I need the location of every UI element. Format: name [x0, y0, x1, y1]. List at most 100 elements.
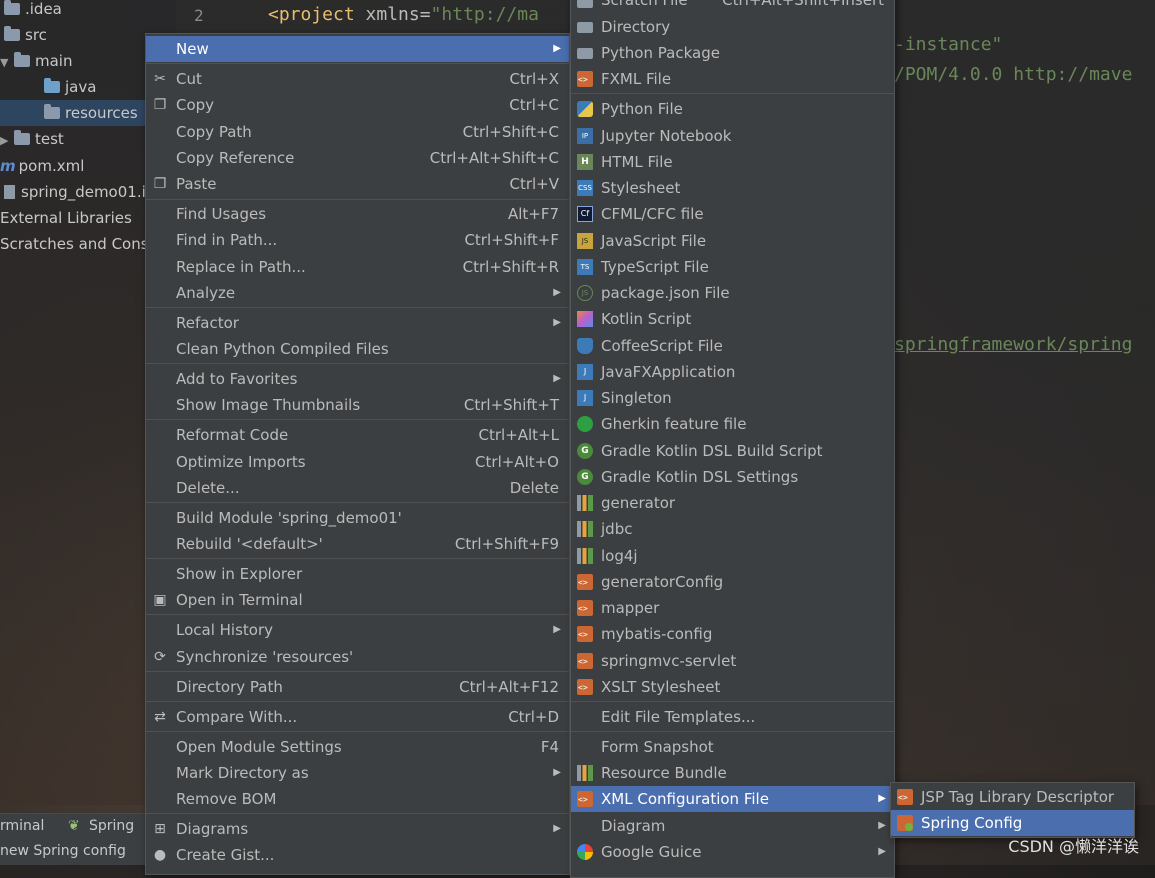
menu-item-form-snapshot[interactable]: Form Snapshot	[571, 734, 894, 760]
menu-item-package-json-file[interactable]: JS package.json File	[571, 280, 894, 306]
menu-item-mapper[interactable]: mapper	[571, 595, 894, 621]
spring-tab[interactable]: Spring	[89, 818, 134, 834]
menu-item-shortcut: Ctrl+C	[509, 96, 559, 114]
menu-item-label: Python File	[601, 100, 683, 118]
menu-item-rebuild-default[interactable]: Rebuild '<default>' Ctrl+Shift+F9	[146, 531, 569, 557]
menu-item-replace-in-path[interactable]: Replace in Path... Ctrl+Shift+R	[146, 254, 569, 280]
menu-item-compare-with[interactable]: ⇄ Compare With... Ctrl+D	[146, 704, 569, 730]
menu-item-open-module-settings[interactable]: Open Module Settings F4	[146, 734, 569, 760]
menu-item-typescript-file[interactable]: TS TypeScript File	[571, 254, 894, 280]
menu-item-copy[interactable]: ❐ Copy Ctrl+C	[146, 92, 569, 118]
menu-item-resource-bundle[interactable]: Resource Bundle	[571, 760, 894, 786]
menu-item-singleton[interactable]: J Singleton	[571, 385, 894, 411]
menu-item-gradle-kotlin-dsl-build-script[interactable]: G Gradle Kotlin DSL Build Script	[571, 438, 894, 464]
tree-item-test[interactable]: ▶ test	[0, 126, 64, 152]
menu-item-copy-path[interactable]: Copy Path Ctrl+Shift+C	[146, 119, 569, 145]
menu-item-cut[interactable]: ✂ Cut Ctrl+X	[146, 66, 569, 92]
css-icon: CSS	[577, 180, 593, 196]
chevron-right-icon: ▶	[878, 846, 886, 857]
menu-item-xslt-stylesheet[interactable]: XSLT Stylesheet	[571, 674, 894, 700]
menu-item-javascript-file[interactable]: JS JavaScript File	[571, 228, 894, 254]
terminal-tab[interactable]: rminal	[0, 818, 44, 834]
code-fragment: springframework/spring	[894, 334, 1133, 355]
menu-item-shortcut: Ctrl+Shift+T	[463, 396, 559, 414]
menu-item-directory-path[interactable]: Directory Path Ctrl+Alt+F12	[146, 674, 569, 700]
menu-item-label: Copy Reference	[176, 149, 295, 167]
menu-item-diagrams[interactable]: ⊞ Diagrams ▶	[146, 816, 569, 842]
menu-item-directory[interactable]: Directory	[571, 14, 894, 40]
menu-item-add-to-favorites[interactable]: Add to Favorites ▶	[146, 366, 569, 392]
tree-item-java[interactable]: java	[44, 74, 96, 100]
menu-item-cfml-cfc-file[interactable]: Cf CFML/CFC file	[571, 201, 894, 227]
menu-item-local-history[interactable]: Local History ▶	[146, 617, 569, 643]
menu-item-edit-file-templates[interactable]: Edit File Templates...	[571, 704, 894, 730]
chevron-down-icon[interactable]: ▼	[0, 50, 14, 76]
menu-item-paste[interactable]: ❐ Paste Ctrl+V	[146, 171, 569, 197]
menu-item-label: CFML/CFC file	[601, 205, 704, 223]
menu-item-mybatis-config[interactable]: mybatis-config	[571, 621, 894, 647]
menu-item-new[interactable]: New ▶	[146, 36, 569, 62]
menu-item-find-usages[interactable]: Find Usages Alt+F7	[146, 201, 569, 227]
menu-item-diagram[interactable]: Diagram ▶	[571, 813, 894, 839]
menu-item-coffeescript-file[interactable]: CoffeeScript File	[571, 333, 894, 359]
menu-item-jupyter-notebook[interactable]: IP Jupyter Notebook	[571, 123, 894, 149]
xml-icon	[577, 574, 593, 590]
menu-item-synchronize-resources[interactable]: ⟳ Synchronize 'resources'	[146, 644, 569, 670]
menu-item-xml-configuration-file[interactable]: XML Configuration File ▶	[571, 786, 894, 812]
chevron-right-icon[interactable]: ▶	[0, 128, 14, 154]
menu-item-javafxapplication[interactable]: J JavaFXApplication	[571, 359, 894, 385]
menu-item-show-in-explorer[interactable]: Show in Explorer	[146, 561, 569, 587]
tree-item-pom[interactable]: m pom.xml	[0, 153, 84, 179]
menu-item-google-guice[interactable]: Google Guice ▶	[571, 839, 894, 865]
menu-item-label: Scratch File	[601, 0, 688, 9]
menu-item-label: TypeScript File	[601, 258, 709, 276]
tree-item-idea[interactable]: .idea	[4, 0, 62, 22]
menu-item-python-file[interactable]: Python File	[571, 96, 894, 122]
menu-item-copy-reference[interactable]: Copy Reference Ctrl+Alt+Shift+C	[146, 145, 569, 171]
menu-item-mark-directory-as[interactable]: Mark Directory as ▶	[146, 760, 569, 786]
menu-item-build-module-spring-demo01[interactable]: Build Module 'spring_demo01'	[146, 505, 569, 531]
menu-item-stylesheet[interactable]: CSS Stylesheet	[571, 175, 894, 201]
menu-item-remove-bom[interactable]: Remove BOM	[146, 786, 569, 812]
menu-item-reformat-code[interactable]: Reformat Code Ctrl+Alt+L	[146, 422, 569, 448]
menu-item-generatorconfig[interactable]: generatorConfig	[571, 569, 894, 595]
menu-item-open-in-terminal[interactable]: ▣ Open in Terminal	[146, 587, 569, 613]
xml-string: "http://ma	[430, 4, 539, 25]
menu-item-gradle-kotlin-dsl-settings[interactable]: G Gradle Kotlin DSL Settings	[571, 464, 894, 490]
menu-item-python-package[interactable]: Python Package	[571, 40, 894, 66]
menu-item-optimize-imports[interactable]: Optimize Imports Ctrl+Alt+O	[146, 449, 569, 475]
menu-item-jdbc[interactable]: jdbc	[571, 516, 894, 542]
menu-item-kotlin-script[interactable]: Kotlin Script	[571, 306, 894, 332]
menu-item-springmvc-servlet[interactable]: springmvc-servlet	[571, 648, 894, 674]
menu-item-jsp-tag-library-descriptor[interactable]: JSP Tag Library Descriptor	[891, 784, 1134, 810]
chevron-right-icon: ▶	[878, 793, 886, 804]
menu-item-label: package.json File	[601, 284, 730, 302]
menu-item-analyze[interactable]: Analyze ▶	[146, 280, 569, 306]
menu-item-scratch-file[interactable]: Scratch File Ctrl+Alt+Shift+Insert	[571, 0, 894, 13]
tree-item-main[interactable]: ▼ main	[0, 48, 72, 74]
menu-item-refactor[interactable]: Refactor ▶	[146, 310, 569, 336]
menu-item-shortcut: Ctrl+Alt+O	[475, 453, 559, 471]
new-submenu: Scratch File Ctrl+Alt+Shift+Insert Directo…	[570, 0, 895, 878]
menu-item-label: Gradle Kotlin DSL Build Script	[601, 442, 823, 460]
folder-icon	[14, 130, 30, 145]
menu-item-fxml-file[interactable]: FXML File	[571, 66, 894, 92]
paste-icon: ❐	[153, 176, 167, 192]
menu-item-find-in-path[interactable]: Find in Path... Ctrl+Shift+F	[146, 227, 569, 253]
menu-item-log4j[interactable]: log4j	[571, 543, 894, 569]
tree-item-scratches[interactable]: Scratches and Conso	[0, 231, 158, 257]
gherkin-icon	[577, 416, 593, 432]
menu-item-label: JavaScript File	[601, 232, 707, 250]
tree-item-external-libraries[interactable]: External Libraries	[0, 205, 132, 231]
menu-item-html-file[interactable]: H HTML File	[571, 149, 894, 175]
google-icon	[577, 844, 593, 860]
menu-item-clean-python-compiled-files[interactable]: Clean Python Compiled Files	[146, 336, 569, 362]
menu-item-show-image-thumbnails[interactable]: Show Image Thumbnails Ctrl+Shift+T	[146, 392, 569, 418]
menu-item-generator[interactable]: generator	[571, 490, 894, 516]
code-fragment: -instance"	[894, 34, 1003, 55]
tree-item-iml[interactable]: spring_demo01.i	[4, 179, 146, 205]
tree-item-src[interactable]: src	[4, 22, 47, 48]
menu-item-create-gist[interactable]: ● Create Gist...	[146, 842, 569, 868]
menu-item-delete[interactable]: Delete... Delete	[146, 475, 569, 501]
menu-item-gherkin-feature-file[interactable]: Gherkin feature file	[571, 411, 894, 437]
